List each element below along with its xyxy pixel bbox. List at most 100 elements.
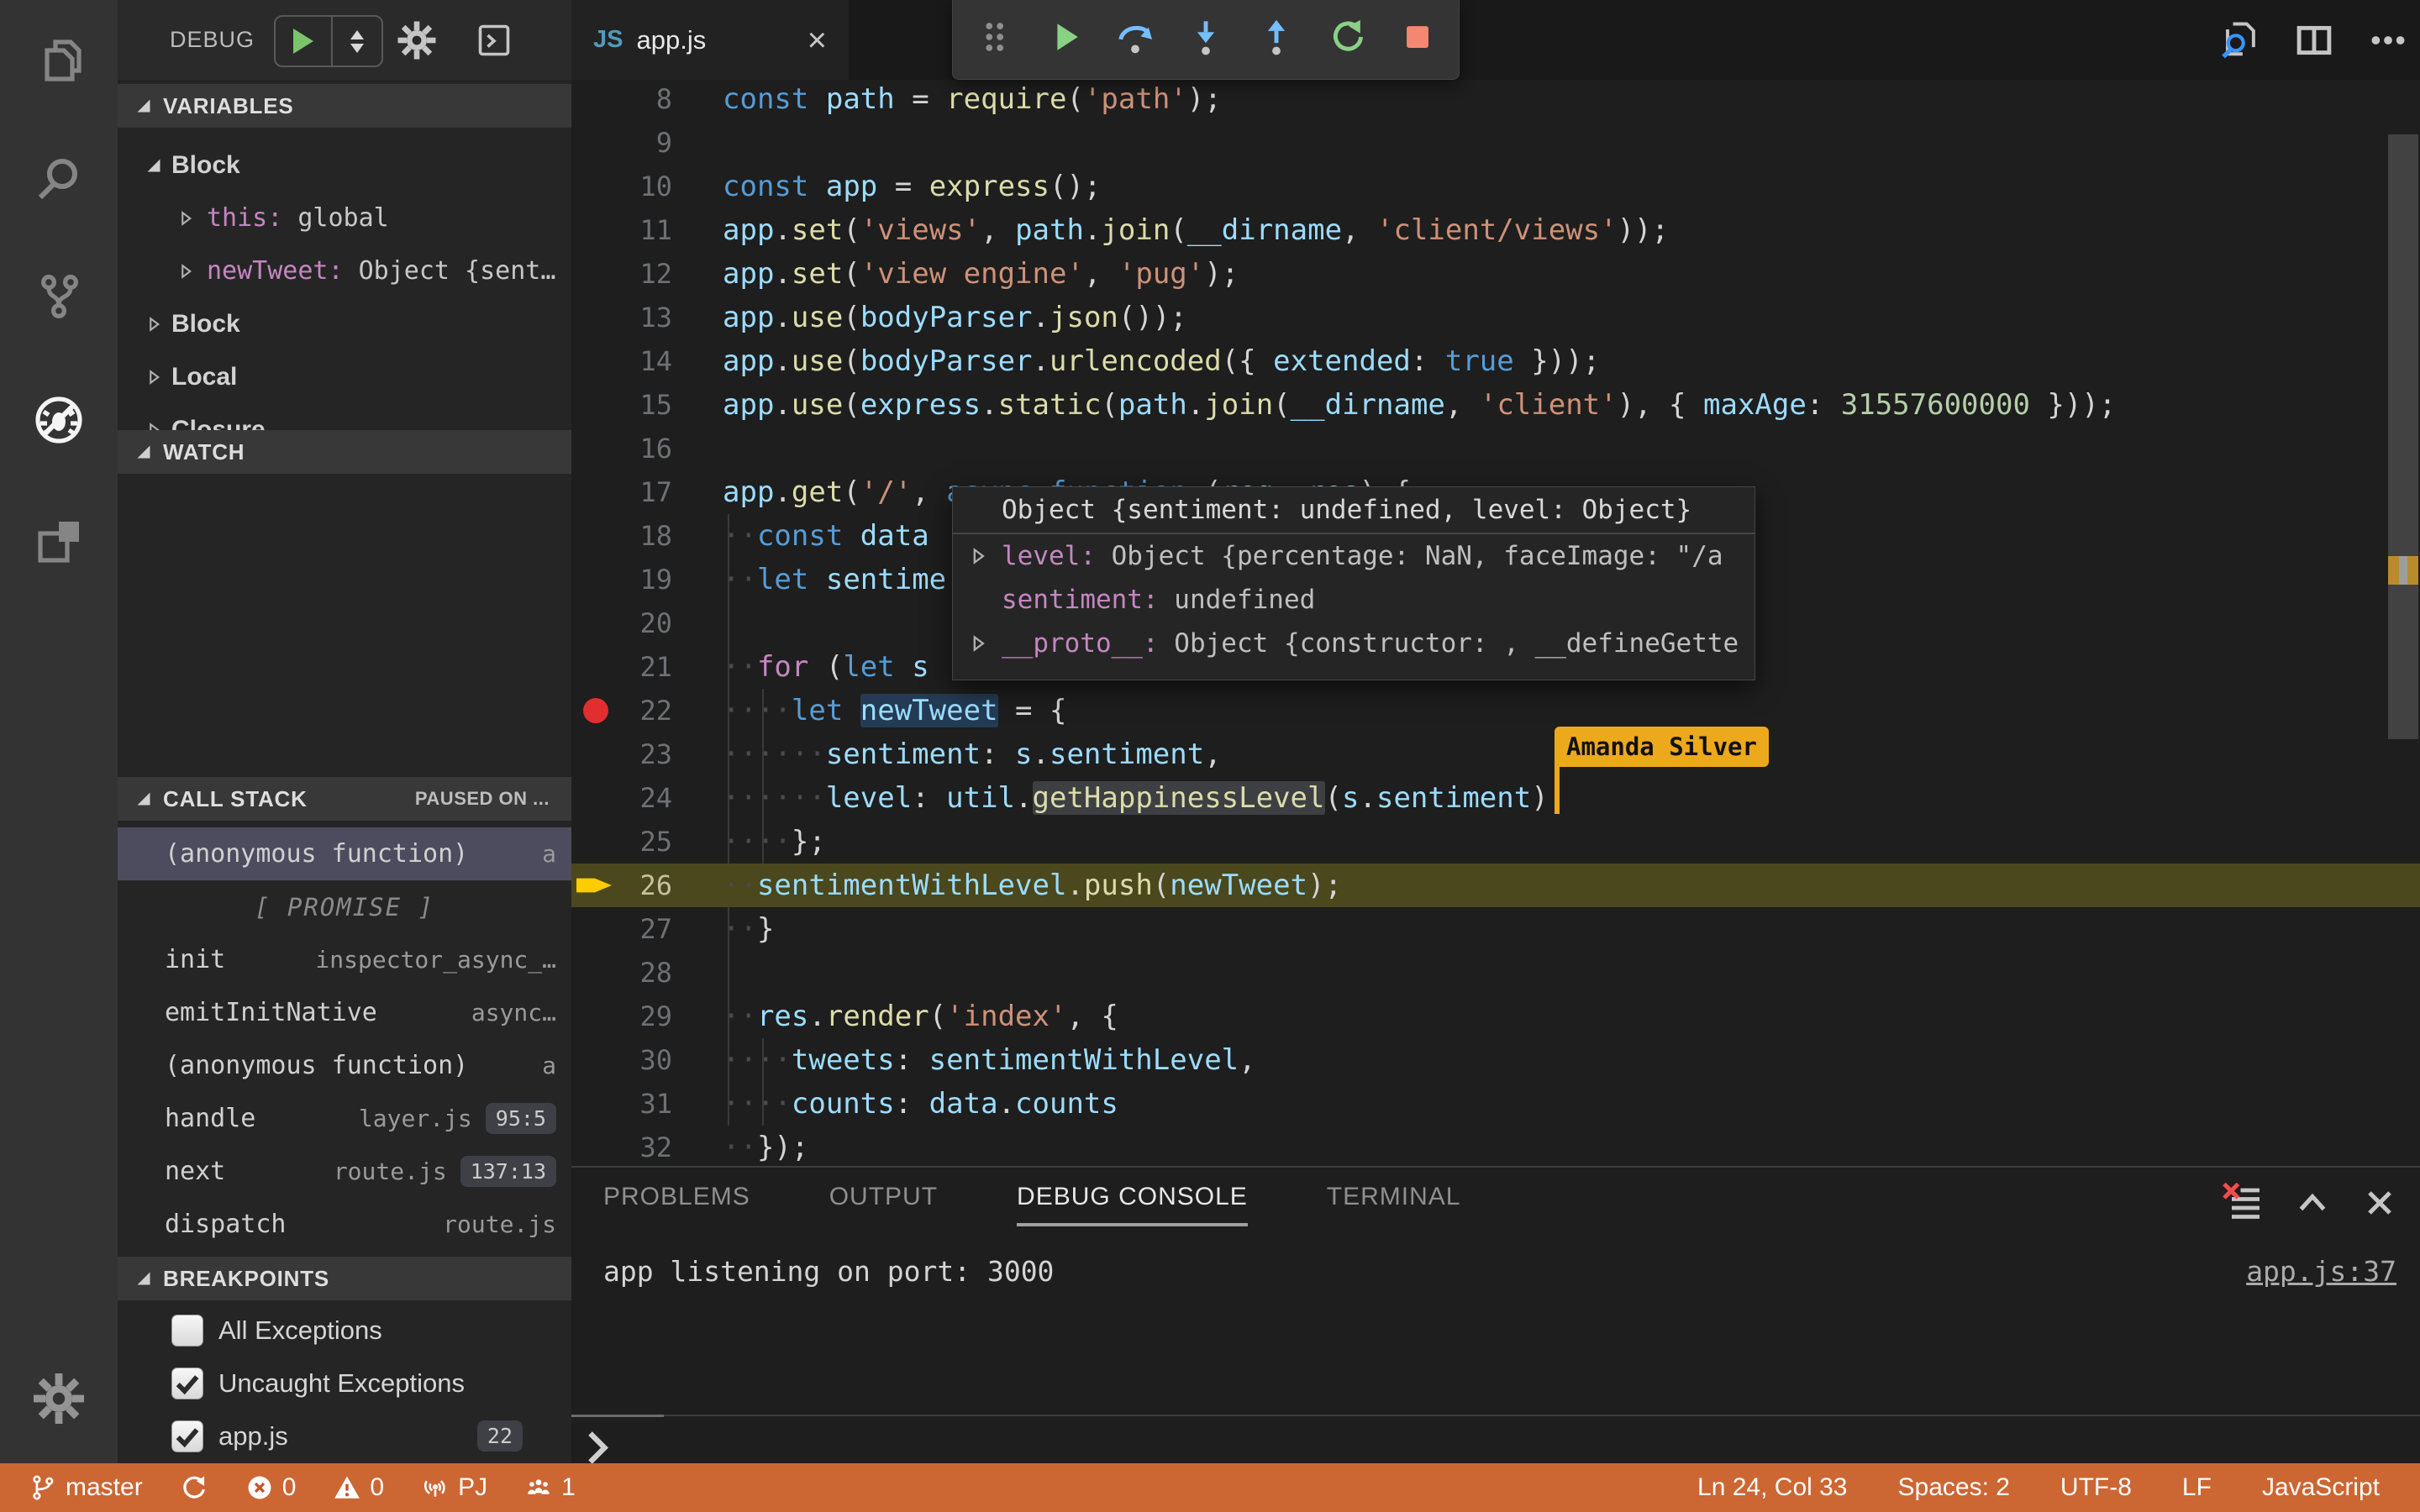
stack-frame-emitinitnative[interactable]: emitInitNative async… — [118, 986, 571, 1039]
breakpoint-item[interactable]: app.js 22 — [118, 1410, 571, 1462]
code-line-10[interactable]: 10 const app = express(); — [571, 165, 2420, 208]
console-prompt-icon[interactable] — [583, 1426, 612, 1464]
line-number[interactable]: 18 — [571, 514, 672, 558]
status-item-people[interactable]: 1 — [524, 1473, 576, 1502]
stack-frame-next[interactable]: next route.js 137:13 — [118, 1145, 571, 1198]
line-number[interactable]: 32 — [571, 1126, 672, 1166]
open-file-search-icon[interactable] — [2217, 18, 2260, 62]
line-number[interactable]: 16 — [571, 427, 672, 470]
status-item-git-branch[interactable]: master — [29, 1473, 143, 1502]
gripper-icon[interactable] — [975, 18, 1013, 61]
panel-tab-problems[interactable]: PROBLEMS — [603, 1183, 750, 1226]
restart-icon[interactable] — [1328, 18, 1366, 61]
explorer-icon[interactable] — [32, 34, 86, 87]
line-number[interactable]: 9 — [571, 121, 672, 165]
start-debug-button[interactable] — [276, 17, 333, 66]
line-number[interactable]: 31 — [571, 1082, 672, 1126]
breakpoint-item[interactable]: Uncaught Exceptions — [118, 1357, 571, 1410]
settings-gear-icon[interactable] — [32, 1372, 86, 1425]
line-number[interactable]: 20 — [571, 601, 672, 645]
breakpoint-item[interactable]: All Exceptions — [118, 1304, 571, 1357]
code-line-22[interactable]: 22 ····let newTweet = { — [571, 689, 2420, 732]
launch-config-selector[interactable] — [333, 17, 381, 66]
panel-tab-output[interactable]: OUTPUT — [829, 1183, 938, 1226]
tooltip-property-row[interactable]: sentiment: undefined — [953, 578, 1754, 622]
launch-control[interactable] — [274, 15, 383, 67]
code-line-28[interactable]: 28 — [571, 951, 2420, 995]
status-item-sync[interactable] — [180, 1473, 208, 1502]
line-number[interactable]: 28 — [571, 951, 672, 995]
step-over-icon[interactable] — [1116, 18, 1155, 61]
status-item-spaces-2[interactable]: Spaces: 2 — [1898, 1473, 2010, 1502]
line-number[interactable]: 14 — [571, 339, 672, 383]
line-number[interactable]: 10 — [571, 165, 672, 208]
extensions-icon[interactable] — [32, 515, 86, 569]
line-number[interactable]: 12 — [571, 252, 672, 296]
line-number[interactable]: 13 — [571, 296, 672, 339]
code-line-26[interactable]: 26 ··sentimentWithLevel.push(newTweet); — [571, 864, 2420, 907]
maximize-panel-icon[interactable] — [2292, 1183, 2333, 1223]
code-line-12[interactable]: 12 app.set('view engine', 'pug'); — [571, 252, 2420, 296]
checkbox-checked-icon[interactable] — [171, 1420, 203, 1452]
line-number[interactable]: 8 — [571, 77, 672, 121]
code-line-8[interactable]: 8 const path = require('path'); — [571, 77, 2420, 121]
panel-tab-debug-console[interactable]: DEBUG CONSOLE — [1017, 1183, 1248, 1226]
variables-scope-local[interactable]: Local — [118, 350, 571, 403]
step-into-icon[interactable] — [1186, 18, 1225, 61]
line-number[interactable]: 21 — [571, 645, 672, 689]
line-number[interactable]: 26 — [571, 864, 672, 907]
stop-icon[interactable] — [1398, 18, 1437, 61]
line-number[interactable]: 29 — [571, 995, 672, 1038]
debug-console-icon[interactable] — [474, 20, 514, 60]
stack-frame-handle[interactable]: handle layer.js 95:5 — [118, 1092, 571, 1145]
variables-scope-block[interactable]: Block — [118, 297, 571, 350]
code-line-29[interactable]: 29 ··res.render('index', { — [571, 995, 2420, 1038]
watch-section-header[interactable]: WATCH — [118, 430, 571, 474]
status-item-lf[interactable]: LF — [2182, 1473, 2212, 1502]
editor-scrollbar[interactable] — [2388, 134, 2418, 739]
code-line-11[interactable]: 11 app.set('views', path.join(__dirname, … — [571, 208, 2420, 252]
line-number[interactable]: 30 — [571, 1038, 672, 1082]
line-number[interactable]: 11 — [571, 208, 672, 252]
continue-icon[interactable] — [1045, 18, 1084, 61]
code-line-16[interactable]: 16 — [571, 427, 2420, 470]
line-number[interactable]: 23 — [571, 732, 672, 776]
status-item-error-circle[interactable]: 0 — [245, 1473, 296, 1502]
line-number[interactable]: 24 — [571, 776, 672, 820]
status-item-utf-8[interactable]: UTF-8 — [2060, 1473, 2132, 1502]
line-number[interactable]: 19 — [571, 558, 672, 601]
code-line-27[interactable]: 27 ··} — [571, 907, 2420, 951]
close-tab-icon[interactable]: × — [808, 24, 827, 57]
status-item-live-share[interactable]: PJ — [421, 1473, 487, 1502]
tab-app-js[interactable]: JS app.js × — [571, 0, 849, 80]
line-number[interactable]: 27 — [571, 907, 672, 951]
stack-frame-dispatch[interactable]: dispatch route.js — [118, 1198, 571, 1251]
code-line-32[interactable]: 32 ··}); — [571, 1126, 2420, 1166]
line-number[interactable]: 15 — [571, 383, 672, 427]
code-line-13[interactable]: 13 app.use(bodyParser.json()); — [571, 296, 2420, 339]
stack-frame-anonymousfunction[interactable]: (anonymous function) a — [118, 1039, 571, 1092]
line-number[interactable]: 17 — [571, 470, 672, 514]
configure-gear-icon[interactable] — [397, 20, 437, 60]
search-icon[interactable] — [32, 152, 86, 206]
stack-frame-anonymousfunction[interactable]: (anonymous function) a — [118, 827, 571, 880]
breakpoints-section-header[interactable]: BREAKPOINTS — [118, 1257, 571, 1300]
clear-console-icon[interactable] — [2222, 1183, 2262, 1223]
tooltip-property-row[interactable]: __proto__: Object {constructor: , __defi… — [953, 622, 1754, 665]
code-line-14[interactable]: 14 app.use(bodyParser.urlencoded({ extend… — [571, 339, 2420, 383]
code-line-23[interactable]: 23 ······sentiment: s.sentiment, — [571, 732, 2420, 776]
status-item-javascript[interactable]: JavaScript — [2262, 1473, 2380, 1502]
checkbox-unchecked-icon[interactable] — [171, 1314, 203, 1347]
close-panel-icon[interactable] — [2360, 1183, 2400, 1223]
line-number[interactable]: 25 — [571, 820, 672, 864]
line-number[interactable]: 22 — [571, 689, 672, 732]
variable-this[interactable]: this: global — [118, 192, 571, 244]
status-item-ln-24-col-33[interactable]: Ln 24, Col 33 — [1697, 1473, 1847, 1502]
code-line-9[interactable]: 9 — [571, 121, 2420, 165]
code-line-25[interactable]: 25 ····}; — [571, 820, 2420, 864]
debug-icon-active[interactable] — [32, 393, 86, 447]
code-line-31[interactable]: 31 ····counts: data.counts — [571, 1082, 2420, 1126]
code-line-24[interactable]: 24 ······level: util.getHappinessLevel(s.… — [571, 776, 2420, 820]
console-source-link[interactable]: app.js:37 — [2246, 1255, 2396, 1288]
more-actions-icon[interactable] — [2366, 18, 2410, 62]
